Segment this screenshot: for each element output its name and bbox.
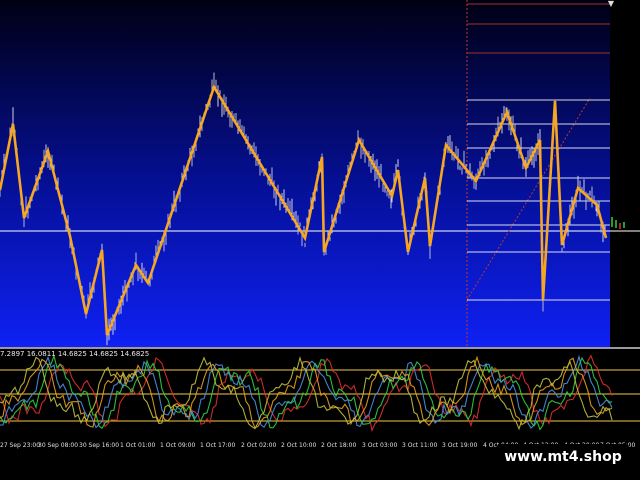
time-axis-label: 2 Oct 18:00 (321, 442, 357, 449)
time-axis-label: 2 Oct 10:00 (281, 442, 317, 449)
time-axis-label: 3 Oct 03:00 (362, 442, 398, 449)
chart-window[interactable]: ▼ 7.2897 16.0811 14.6825 14.6825 14.6825… (0, 0, 640, 480)
oscillator-line (0, 354, 613, 433)
price-chart-pane[interactable]: ▼ (0, 0, 640, 348)
time-axis-label: 3 Oct 11:00 (402, 442, 438, 449)
time-axis-label: 2 Oct 02:00 (241, 442, 277, 449)
indicator-values-readout: 7.2897 16.0811 14.6825 14.6825 14.6825 (0, 350, 150, 358)
oscillator-line (0, 354, 613, 429)
time-axis-label: 30 Sep 08:00 (38, 442, 79, 449)
time-axis-label: 27 Sep 23:00 (0, 442, 41, 449)
indicator-pane[interactable] (0, 349, 640, 440)
watermark: www.mt4.shop (497, 444, 629, 470)
price-chart-canvas[interactable] (0, 0, 640, 348)
time-axis-label: 1 Oct 09:00 (160, 442, 196, 449)
time-axis-label: 30 Sep 16:00 (79, 442, 120, 449)
time-axis-label: 1 Oct 17:00 (200, 442, 236, 449)
close-icon[interactable]: ▼ (606, 0, 616, 8)
indicator-canvas (0, 354, 640, 433)
oscillator-lines (0, 354, 613, 433)
watermark-text: www.mt4.shop (504, 449, 622, 465)
time-axis-label: 3 Oct 19:00 (442, 442, 478, 449)
time-axis-label: 1 Oct 01:00 (120, 442, 156, 449)
right-margin-area (610, 0, 640, 348)
